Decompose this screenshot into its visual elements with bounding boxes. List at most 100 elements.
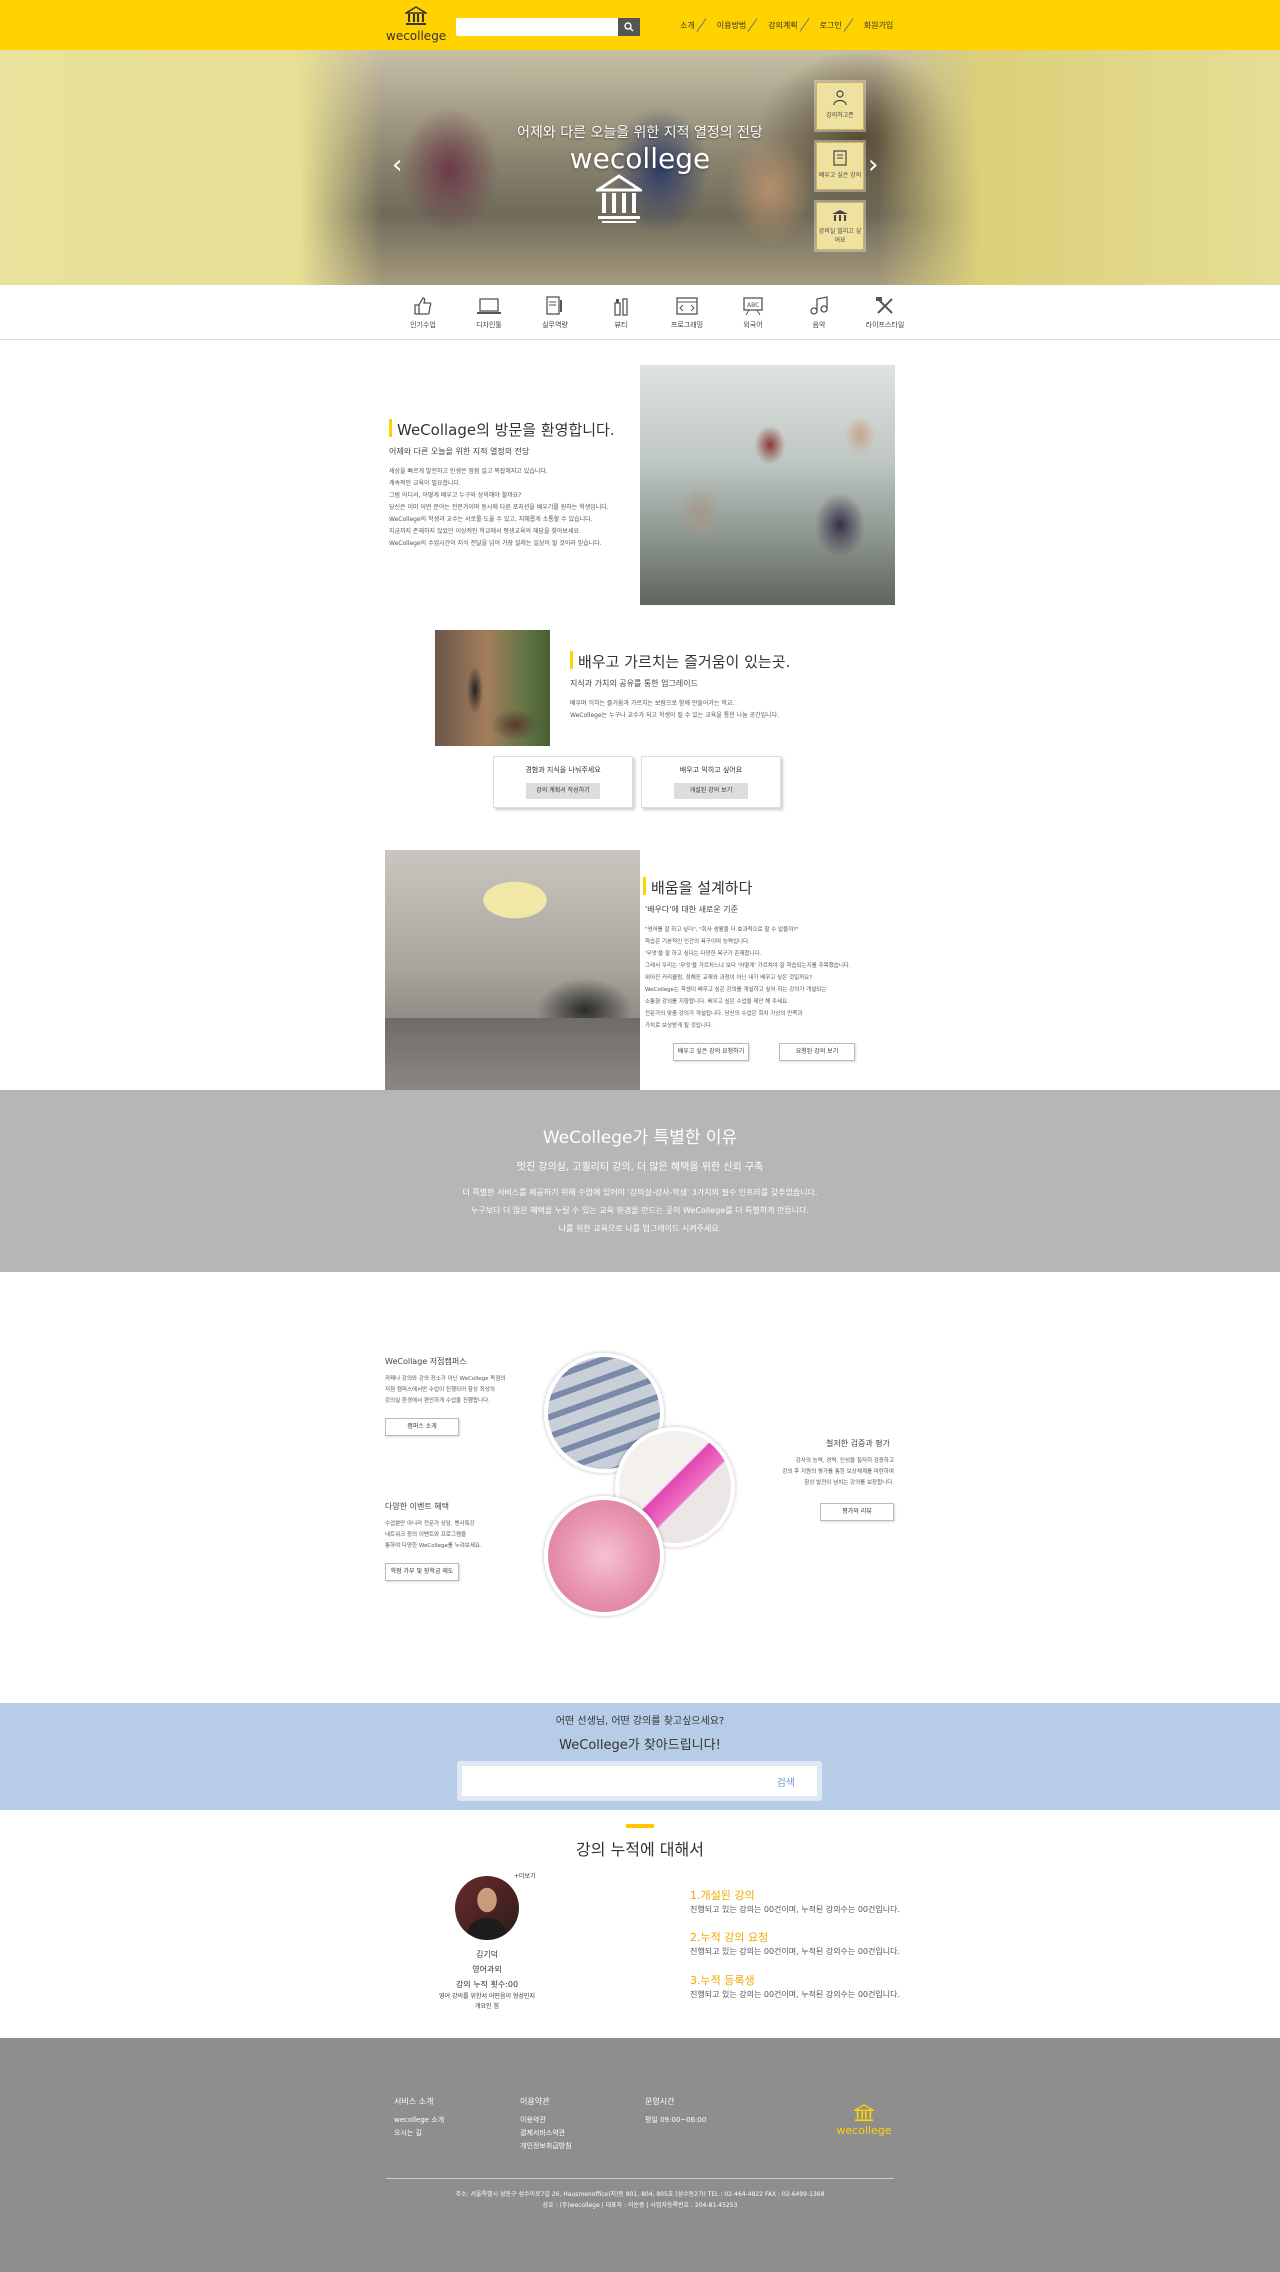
welcome-line: WeCollege의 수업시간이 지식 전달을 넘어 가장 설레는 일상이 될 …	[389, 540, 602, 547]
category-beauty[interactable]: 뷰티	[588, 295, 654, 330]
lecture-presenter-photo	[435, 630, 550, 746]
find-search-input[interactable]: 검색	[457, 1761, 822, 1801]
top-nav: 소개 이용방법 강의계획 로그인 회원가입	[668, 20, 903, 31]
footer-link[interactable]: wecollege 소개	[394, 2114, 444, 2127]
stat-opened-desc: 진행되고 있는 강의는 00건이며, 누적된 강의수는 00건입니다.	[690, 1905, 900, 1914]
logo[interactable]: wecollege	[386, 6, 446, 43]
learn-card: 배우고 익히고 싶어요 개설된 강의 보기	[641, 756, 781, 808]
college-building-icon	[852, 2104, 876, 2122]
special-line: 더 특별한 서비스를 제공하기 위해 수업에 있어야 '강의실-강사-학생' 3…	[462, 1188, 818, 1197]
accent-bar	[389, 419, 392, 437]
design-line: 위어진 커리큘럼, 정해진 교재와 과정이 아닌 내가 배우고 싶은 것일까요?	[645, 975, 813, 981]
profile-count: 강의 누적 횟수:00	[455, 1980, 519, 1989]
campus-intro-button[interactable]: 캠퍼스 소개	[385, 1418, 459, 1436]
design-line: 전문가의 맞춤 강의가 개설됩니다. 당신의 수업은 회차 가상의 만족과	[645, 1011, 803, 1017]
category-popular[interactable]: 인기수업	[390, 295, 456, 330]
profile-desc-line: 영어 강의를 위한서 어떤음이 형성민지	[439, 1993, 535, 2000]
design-body: "영어를 잘 하고 싶다", "회사 생활을 더 효과적으로 할 수 없을까?"…	[645, 924, 895, 1032]
quick-room-button[interactable]: 강의실 빌리고 싶어요	[816, 202, 864, 250]
footer-link[interactable]: 이용약관	[520, 2114, 572, 2127]
find-question: 어떤 선생님, 어떤 강의를 찾고싶으세요?	[555, 1716, 725, 1727]
welcome-title: WeCollage의 방문을 환영합니다.	[397, 421, 615, 439]
footer-link[interactable]: 개인정보취급방침	[520, 2140, 572, 2153]
verify-line: 강의 후 지원의 평가를 통한 보상체계를 마련하여	[782, 1469, 894, 1475]
write-plan-button[interactable]: 강의 계획서 작성하기	[526, 783, 600, 799]
students-discussion-photo	[640, 365, 895, 605]
footer-link[interactable]: 결제서비스약관	[520, 2127, 572, 2140]
footer-hours-value: 평일 09:00~06:00	[645, 2116, 707, 2124]
welcome-body: 세상을 빠르게 발전하고 인생은 점점 길고 복잡해지고 있습니다. 계속적인 …	[389, 466, 629, 550]
welcome-line: 당신은 이미 어떤 분야는 전문가이며 동시에 다른 포지션을 배우기를 원하는…	[389, 504, 609, 511]
campus-line: 강의실 환경에서 편안하게 수업을 진행합니다.	[385, 1398, 490, 1404]
code-window-icon	[676, 297, 698, 315]
category-label: 라이프스타일	[865, 321, 905, 329]
welcome-subtitle: 어제와 다른 오늘을 위한 지적 열정의 전당	[389, 447, 530, 456]
footer-hours: 평일 09:00~06:00	[645, 2114, 706, 2127]
stat-opened-title: 1.개설된 강의	[690, 1889, 755, 1902]
hero-subtitle: 어제와 다른 오늘을 위한 지적 열정의 전당	[517, 125, 763, 141]
search-input[interactable]	[456, 18, 640, 36]
joy-body: 배우며 익히는 즐거움과 가르치는 보람으로 함께 만들어가는 학교. WeCo…	[570, 698, 870, 722]
joy-title: 배우고 가르치는 즐거움이 있는곳.	[578, 653, 791, 671]
stat-requests-desc: 진행되고 있는 강의는 00건이며, 누적된 강의수는 00건입니다.	[690, 1947, 900, 1956]
nav-signup[interactable]: 회원가입	[852, 20, 903, 31]
college-building-icon	[596, 174, 642, 223]
view-courses-button[interactable]: 개설된 강의 보기	[674, 783, 748, 799]
category-practical[interactable]: 실무역량	[522, 295, 588, 330]
footer-link[interactable]: 오시는 길	[394, 2127, 444, 2140]
design-line: 가치로 보상받게 될 것입니다.	[645, 1023, 713, 1029]
category-label: 디자인툴	[476, 321, 502, 329]
profile-info: 김기덕 영어과외 강의 누적 횟수:00	[407, 1947, 567, 1992]
college-building-icon	[403, 6, 429, 25]
welcome-line: 그럼 어디서, 어떻게 배우고 누구와 상의해야 할까요?	[389, 492, 522, 499]
find-tagline: WeCollege가 찾아드립니다!	[559, 1738, 721, 1753]
joy-line: WeCollege는 누구나 교수가 되고 학생이 될 수 있는 교육을 통한 …	[570, 712, 780, 719]
footer-brand: wecollege	[836, 2124, 892, 2137]
share-card: 경험과 지식을 나눠주세요 강의 계획서 작성하기	[493, 756, 633, 808]
requested-courses-button[interactable]: 요청된 강의 보기	[779, 1043, 855, 1061]
category-music[interactable]: 음악	[786, 295, 852, 330]
campus-title: WeCollage 저점캠퍼스	[385, 1357, 467, 1366]
abc-board-icon: ABC	[743, 297, 763, 316]
event-body: 수업뿐만 아니라 전문가 상담, 멘사특강 네트워크 등의 이벤트와 프로그램을…	[385, 1519, 535, 1552]
book-icon	[833, 150, 847, 166]
category-language[interactable]: ABC 외국어	[720, 295, 786, 330]
joy-line: 배우며 익히는 즐거움과 가르치는 보람으로 함께 만들어가는 학교.	[570, 700, 735, 707]
event-circle-photo	[544, 1496, 664, 1616]
prev-slide-icon[interactable]: ‹	[392, 150, 402, 180]
accent-line	[626, 1824, 654, 1828]
footer-address: 주소: 서울특별시 성동구 성수이로7길 26, Hausmenoffice(지…	[455, 2191, 825, 2198]
category-programming[interactable]: 프로그래밍	[654, 295, 720, 330]
category-lifestyle[interactable]: 라이프스타일	[852, 295, 918, 330]
category-label: 뷰티	[614, 321, 628, 329]
tools-icon	[876, 297, 893, 314]
special-subtitle: 멋진 강의실, 고퀄리티 강의, 더 많은 혜택을 위한 신뢰 구축	[516, 1162, 764, 1173]
building-icon	[832, 210, 848, 221]
design-line: '무엇'을 잘 하고 싶다는 다양한 욕구가 존재합니다.	[645, 951, 762, 957]
laptop-icon	[477, 298, 501, 314]
event-line: 통하여 다양한 WeCollege를 누려보세요.	[385, 1543, 482, 1549]
search-button[interactable]	[618, 18, 640, 36]
footer-service-links: wecollege 소개 오시는 길	[394, 2114, 444, 2140]
scholarship-button[interactable]: 학점 가부 및 장학금 제도	[385, 1563, 459, 1581]
cosmetics-icon	[614, 298, 628, 316]
special-title: WeCollege가 특별한 이유	[542, 1128, 738, 1148]
event-line: 네트워크 등의 이벤트와 프로그램을	[385, 1532, 467, 1538]
joy-subtitle: 지식과 가치의 공유를 통한 업그레이드	[570, 679, 698, 688]
svg-text:ABC: ABC	[747, 302, 759, 309]
footer-terms-links: 이용약관 결제서비스약관 개인정보취급방침	[520, 2114, 572, 2153]
quick-teach-button[interactable]: 강의하고픈	[816, 82, 864, 130]
category-design-tool[interactable]: 디자인툴	[456, 295, 522, 330]
next-slide-icon[interactable]: ›	[868, 150, 878, 180]
classroom-photo	[385, 850, 640, 1090]
find-search-button[interactable]: 검색	[777, 1774, 795, 1789]
review-button[interactable]: 평가와 리뷰	[820, 1503, 894, 1521]
more-link[interactable]: +더보기	[514, 1871, 536, 1880]
category-label: 음악	[812, 321, 826, 329]
accent-bar	[643, 877, 646, 895]
category-label: 인기수업	[410, 321, 436, 329]
special-line: 누구보다 더 많은 혜택을 누릴 수 있는 교육 환경을 만드는 곳이 WeCo…	[471, 1206, 809, 1215]
hero-banner: 어제와 다른 오늘을 위한 지적 열정의 전당 wecollege ‹ › 강의…	[0, 50, 1280, 285]
quick-learn-button[interactable]: 배우고 싶은 강의	[816, 142, 864, 190]
request-course-button[interactable]: 배우고 싶은 강의 요청하기	[673, 1043, 749, 1061]
